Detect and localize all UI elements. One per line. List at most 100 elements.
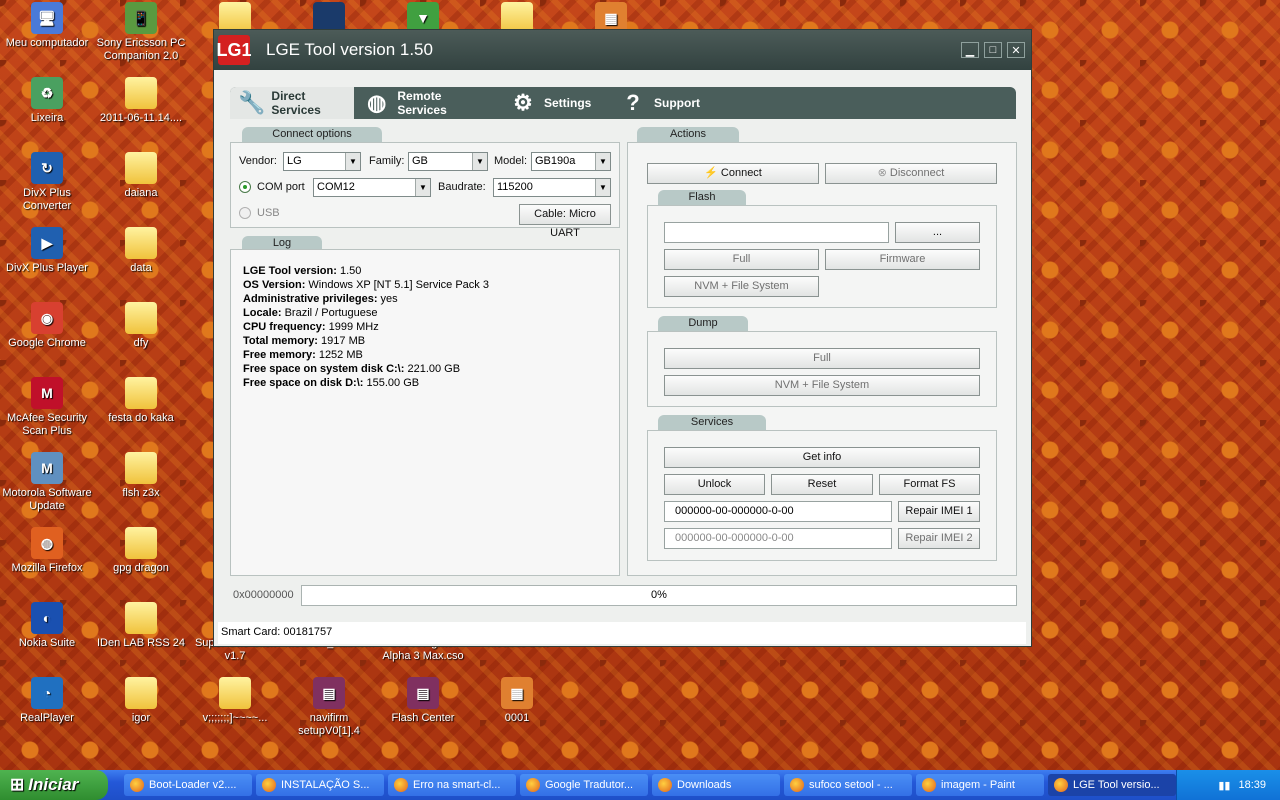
dump-full-button[interactable]: Full <box>664 348 980 369</box>
lightning-icon: ⚡ <box>704 167 718 179</box>
family-select[interactable]: GB ▼ <box>408 152 488 171</box>
desktop-icon[interactable]: ↻ DivX Plus Converter <box>0 152 94 213</box>
main-tabs: 🔧 Direct Services ◍ Remote Services ⚙ Se… <box>230 87 1016 119</box>
progress-text: 0% <box>651 589 667 601</box>
unlock-button[interactable]: Unlock <box>664 474 765 495</box>
imei1-input[interactable]: 000000-00-000000-0-00 <box>664 501 892 522</box>
desktop-icon[interactable]: ◔ RealPlayer <box>0 677 94 725</box>
desktop-icon[interactable]: daiana <box>94 152 188 200</box>
reset-button[interactable]: Reset <box>771 474 873 495</box>
taskbar-item[interactable]: Downloads <box>652 774 780 796</box>
desktop-icon[interactable]: 📱 Sony Ericsson PC Companion 2.0 <box>94 2 188 63</box>
log-line: Free space on disk D:\: 155.00 GB <box>243 376 607 390</box>
dump-title: Dump <box>658 316 748 331</box>
taskbar: ⊞ Iniciar Boot-Loader v2.... INSTALAÇÃO S.… <box>0 770 1280 800</box>
app-icon: ▶ <box>31 227 63 259</box>
minimize-button[interactable]: ▁ <box>961 42 979 58</box>
log-line: Total memory: 1917 MB <box>243 334 607 348</box>
repair-imei1-button[interactable]: Repair IMEI 1 <box>898 501 980 522</box>
desktop-icon[interactable]: ▶ DivX Plus Player <box>0 227 94 275</box>
taskbar-item[interactable]: INSTALAÇÃO S... <box>256 774 384 796</box>
repair-imei2-button[interactable]: Repair IMEI 2 <box>898 528 980 549</box>
cable-button[interactable]: Cable: Micro UART <box>519 204 611 239</box>
desktop-icon[interactable]: 2011-06-11.14.... <box>94 77 188 125</box>
log-value: Brazil / Portuguese <box>281 307 378 319</box>
close-button[interactable]: ✕ <box>1007 42 1025 58</box>
flash-firmware-button[interactable]: Firmware <box>825 249 980 270</box>
desktop-icon[interactable]: v;;;;;;;]~~~~... <box>188 677 282 725</box>
usb-radio[interactable] <box>239 207 251 219</box>
desktop-icon[interactable]: M McAfee Security Scan Plus <box>0 377 94 438</box>
vendor-select[interactable]: LG ▼ <box>283 152 361 171</box>
app-icon: 📱 <box>125 2 157 34</box>
com-port-radio[interactable] <box>239 181 251 193</box>
log-key: Locale: <box>243 307 282 319</box>
taskbar-item[interactable]: imagem - Paint <box>916 774 1044 796</box>
taskbar-item[interactable]: LGE Tool versio... <box>1048 774 1176 796</box>
dump-nvm-button[interactable]: NVM + File System <box>664 375 980 396</box>
model-select[interactable]: GB190a ▼ <box>531 152 611 171</box>
tab-settings[interactable]: ⚙ Settings <box>500 87 610 119</box>
flash-full-button[interactable]: Full <box>664 249 819 270</box>
app-icon: ◉ <box>31 302 63 334</box>
window-title: LGE Tool version 1.50 <box>266 40 433 59</box>
title-bar[interactable]: LG1 LGE Tool version 1.50 ▁ □ ✕ <box>214 30 1031 70</box>
tab-direct-services[interactable]: 🔧 Direct Services <box>230 87 354 119</box>
desktop-icon[interactable]: gpg dragon <box>94 527 188 575</box>
actions-panel: ⚡ Connect ⊗ Disconnect Flash ... Full Fi… <box>627 142 1017 576</box>
flash-file-input[interactable] <box>664 222 889 243</box>
log-value: 1917 MB <box>317 335 366 347</box>
desktop-icon[interactable]: festa do kaka <box>94 377 188 425</box>
desktop-icon[interactable]: flsh z3x <box>94 452 188 500</box>
browse-button[interactable]: ... <box>895 222 980 243</box>
taskbar-item[interactable]: Boot-Loader v2.... <box>124 774 252 796</box>
desktop-icon[interactable]: dfy <box>94 302 188 350</box>
com-port-select[interactable]: COM12 ▼ <box>313 178 431 197</box>
imei2-input[interactable]: 000000-00-000000-0-00 <box>664 528 892 549</box>
desktop-icon-label: DivX Plus Converter <box>22 187 72 212</box>
log-key: Free space on system disk C:\: <box>243 363 405 375</box>
desktop-icon[interactable]: ▤ navifirm setupV0[1].4 <box>282 677 376 738</box>
connect-options-title: Connect options <box>242 127 382 142</box>
app-icon <box>526 778 540 792</box>
services-title: Services <box>658 415 766 430</box>
radio-dot-icon <box>243 185 247 189</box>
get-info-button[interactable]: Get info <box>664 447 980 468</box>
tab-support[interactable]: ? Support <box>610 87 720 119</box>
start-label: Iniciar <box>28 775 79 794</box>
desktop-icon[interactable]: ◐ Nokia Suite <box>0 602 94 650</box>
app-icon: ▤ <box>313 677 345 709</box>
tab-label: Settings <box>544 96 592 110</box>
app-icon: M <box>31 452 63 484</box>
taskbar-item[interactable]: sufoco setool - ... <box>784 774 912 796</box>
desktop-icon-label: igor <box>131 712 151 724</box>
baudrate-select[interactable]: 115200 ▼ <box>493 178 611 197</box>
tab-remote-services[interactable]: ◍ Remote Services <box>354 87 500 119</box>
log-line: Free space on system disk C:\: 221.00 GB <box>243 362 607 376</box>
start-button[interactable]: ⊞ Iniciar <box>0 770 108 800</box>
network-icon[interactable]: ▮▮ <box>1218 779 1230 792</box>
desktop-icon[interactable]: ◉ Google Chrome <box>0 302 94 350</box>
desktop-icon[interactable]: IDen LAB RSS 24 <box>94 602 188 650</box>
desktop-icon[interactable]: 🖥 Meu computador <box>0 2 94 50</box>
desktop-icon[interactable]: M Motorola Software Update <box>0 452 94 513</box>
connect-button[interactable]: ⚡ Connect <box>647 163 819 184</box>
taskbar-item-label: imagem - Paint <box>941 779 1015 791</box>
log-key: Free space on disk D:\: <box>243 377 364 389</box>
flash-nvm-button[interactable]: NVM + File System <box>664 276 819 297</box>
tab-label: Direct Services <box>271 89 321 117</box>
maximize-button[interactable]: □ <box>984 42 1002 58</box>
format-fs-button[interactable]: Format FS <box>879 474 980 495</box>
disconnect-button[interactable]: ⊗ Disconnect <box>825 163 997 184</box>
desktop-icon[interactable]: ▦ 0001 <box>470 677 564 725</box>
desktop-icon[interactable]: ◍ Mozilla Firefox <box>0 527 94 575</box>
taskbar-item[interactable]: Google Tradutor... <box>520 774 648 796</box>
desktop-icon[interactable]: igor <box>94 677 188 725</box>
app-icon: ◐ <box>31 602 63 634</box>
log-key: LGE Tool version: <box>243 265 337 277</box>
taskbar-item[interactable]: Erro na smart-cl... <box>388 774 516 796</box>
disconnect-label: Disconnect <box>889 167 945 179</box>
desktop-icon[interactable]: ▤ Flash Center <box>376 677 470 725</box>
desktop-icon[interactable]: data <box>94 227 188 275</box>
desktop-icon[interactable]: ♻ Lixeira <box>0 77 94 125</box>
